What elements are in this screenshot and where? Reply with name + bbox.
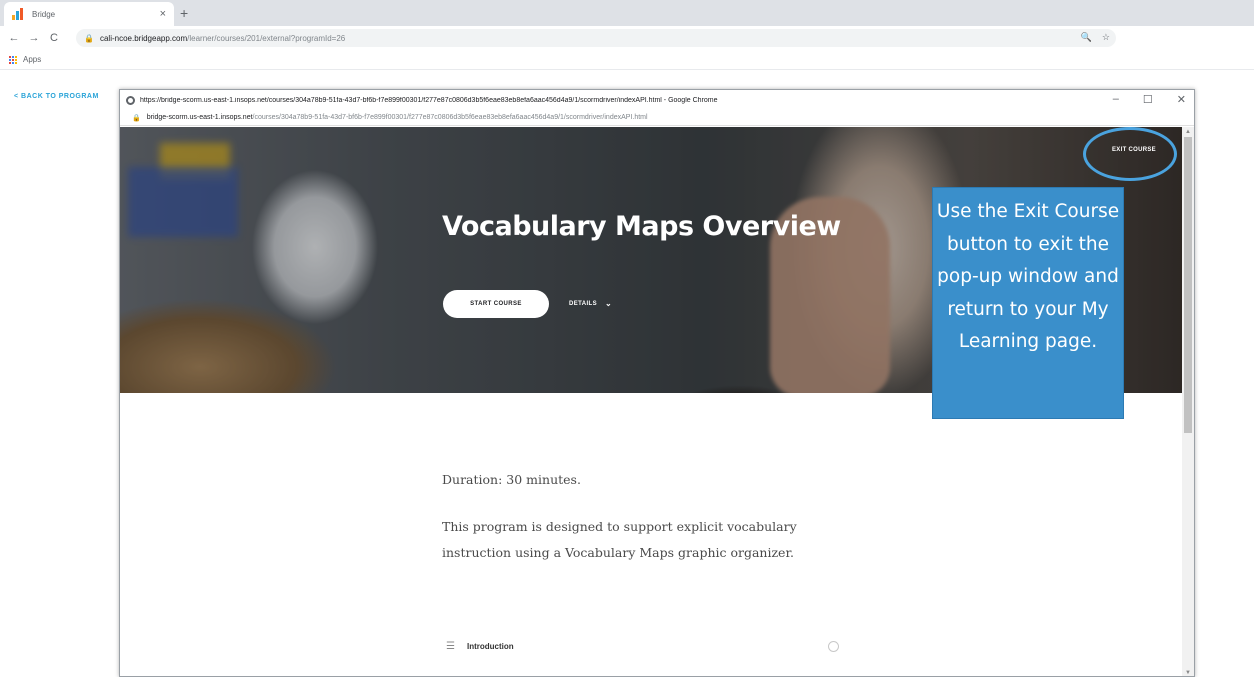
scroll-down-arrow-icon[interactable]: ▼ — [1185, 670, 1191, 676]
popup-window-title: https://bridge-scorm.us-east-1.insops.ne… — [140, 96, 718, 104]
tab-title: Bridge — [32, 9, 56, 19]
chevron-down-icon: ⌄ — [605, 299, 613, 308]
apps-grid-icon[interactable] — [8, 55, 17, 64]
browser-tab[interactable]: Bridge × — [4, 2, 174, 26]
lock-icon: 🔒 — [84, 33, 94, 43]
url-host: cali-ncoe.bridgeapp.com — [99, 33, 188, 43]
popup-titlebar: https://bridge-scorm.us-east-1.insops.ne… — [120, 90, 1194, 110]
course-popup-window: https://bridge-scorm.us-east-1.insops.ne… — [119, 89, 1195, 677]
course-title: Vocabulary Maps Overview — [442, 211, 841, 242]
minimize-button[interactable]: – — [1113, 93, 1119, 106]
lesson-title: Introduction — [466, 641, 514, 651]
url-path: /learner/courses/201/external?programId=… — [187, 33, 346, 43]
chrome-icon — [126, 95, 135, 105]
popup-url-host: bridge-scorm.us-east-1.insops.net — [146, 114, 253, 121]
browser-toolbar: ← → C 🔒 cali-ncoe.bridgeapp.com /learner… — [0, 26, 1254, 50]
address-bar[interactable]: 🔒 cali-ncoe.bridgeapp.com /learner/cours… — [76, 29, 1116, 47]
bridge-favicon-icon — [12, 8, 24, 20]
lesson-item[interactable]: ☰ Introduction — [446, 636, 846, 656]
scroll-up-arrow-icon[interactable]: ▲ — [1185, 129, 1191, 135]
star-icon[interactable]: ☆ — [1102, 32, 1110, 43]
bookmarks-bar: Apps — [0, 50, 1254, 70]
scroll-thumb[interactable] — [1184, 137, 1192, 433]
back-arrow-icon[interactable]: ← — [8, 32, 20, 44]
reload-icon[interactable]: C — [48, 32, 60, 44]
course-duration: Duration: 30 minutes. — [442, 472, 581, 487]
close-window-button[interactable]: ✕ — [1177, 93, 1186, 106]
lock-icon: 🔒 — [132, 114, 141, 122]
course-description: This program is designed to support expl… — [442, 519, 797, 560]
bookmark-apps[interactable]: Apps — [23, 55, 41, 64]
zoom-icon[interactable]: 🔍 — [1081, 32, 1092, 43]
lesson-list-icon: ☰ — [446, 640, 455, 652]
popup-address-bar: 🔒 bridge-scorm.us-east-1.insops.net /cou… — [120, 110, 1194, 126]
exit-course-button[interactable]: EXIT COURSE — [1091, 140, 1177, 160]
popup-scrollbar[interactable]: ▲ ▼ — [1182, 127, 1194, 676]
lesson-status-circle-icon — [828, 641, 839, 652]
popup-url-path: /courses/304a78b9-51fa-43d7-bf6b-f7e899f… — [252, 114, 648, 121]
browser-tab-strip: Bridge × + — [0, 0, 1254, 26]
details-label: DETAILS — [569, 300, 598, 307]
back-to-program-link[interactable]: < BACK TO PROGRAM — [14, 93, 99, 100]
new-tab-button[interactable]: + — [180, 5, 188, 21]
tab-close-icon[interactable]: × — [160, 8, 166, 20]
maximize-button[interactable]: ☐ — [1143, 93, 1153, 106]
course-content: Vocabulary Maps Overview START COURSE DE… — [120, 127, 1182, 676]
instruction-callout: Use the Exit Course button to exit the p… — [932, 187, 1124, 419]
details-button[interactable]: DETAILS ⌄ — [569, 299, 612, 308]
forward-arrow-icon[interactable]: → — [28, 32, 40, 44]
start-course-button[interactable]: START COURSE — [443, 290, 549, 318]
